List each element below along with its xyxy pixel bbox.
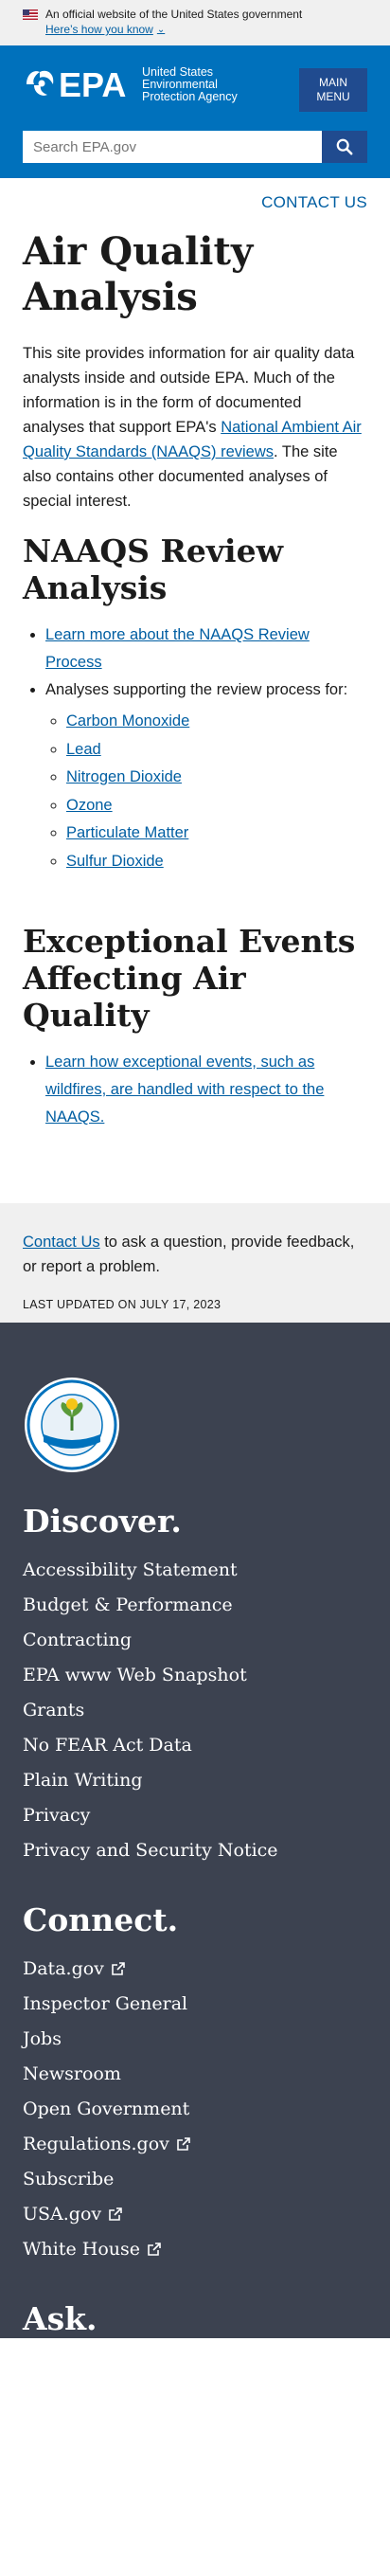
pollutant-link-lead[interactable]: Lead: [66, 741, 101, 758]
contact-us-link[interactable]: CONTACT US: [261, 193, 367, 211]
analyses-text: Analyses supporting the review process f…: [45, 681, 348, 698]
discover-list: Accessibility Statement Budget & Perform…: [23, 1552, 367, 1867]
external-link-icon: [177, 2136, 190, 2151]
heres-how-you-know-label[interactable]: Here’s how you know: [45, 23, 153, 36]
footer-link-frequent-questions[interactable]: Frequent Questions: [23, 2490, 367, 2525]
contact-box: Contact Us to ask a question, provide fe…: [0, 1203, 390, 1323]
chevron-down-icon: ⌄: [156, 24, 166, 35]
footer-link-label: Newsroom: [23, 2063, 121, 2084]
main-menu-button[interactable]: MAIN MENU: [299, 68, 367, 112]
footer-link-privacy[interactable]: Privacy: [23, 1797, 367, 1832]
footer-link-newsroom[interactable]: Newsroom: [23, 2056, 367, 2091]
ask-list: Contact EPA EPA Disclaimers Hotlines FOI…: [23, 2350, 367, 2525]
list-item: Learn more about the NAAQS Review Proces…: [45, 621, 367, 676]
epa-logo[interactable]: EPA United States Environmental Protecti…: [23, 64, 246, 104]
contact-box-text: Contact Us to ask a question, provide fe…: [23, 1230, 367, 1279]
external-link-icon: [109, 2207, 122, 2221]
naaqs-review-heading: NAAQS Review Analysis: [23, 532, 283, 606]
footer-link-label: Jobs: [23, 2027, 62, 2049]
footer-link-foia-requests[interactable]: FOIA Requests: [23, 2455, 367, 2490]
search-button[interactable]: [322, 131, 367, 163]
list-item: Analyses supporting the review process f…: [45, 676, 367, 875]
gov-banner-text: An official website of the United States…: [45, 8, 303, 21]
footer-link-accessibility-statement[interactable]: Accessibility Statement: [23, 1552, 367, 1587]
pollutant-link-ozone[interactable]: Ozone: [66, 797, 113, 814]
footer-link-usa-gov[interactable]: USA.gov: [23, 2196, 367, 2231]
footer-link-budget-performance[interactable]: Budget & Performance: [23, 1587, 367, 1622]
external-link-icon: [112, 1961, 125, 1975]
list-item: Nitrogen Dioxide: [66, 764, 367, 792]
pollutant-link-particulate-matter[interactable]: Particulate Matter: [66, 824, 188, 841]
pollutant-link-carbon-monoxide[interactable]: Carbon Monoxide: [66, 712, 189, 730]
epa-wordmark: EPA: [59, 65, 126, 104]
list-item: Learn how exceptional events, such as wi…: [45, 1049, 367, 1131]
page-title: Air Quality Analysis: [23, 229, 254, 319]
naaqs-review-list: Learn more about the NAAQS Review Proces…: [45, 621, 367, 875]
menu-label-line1: MAIN: [319, 76, 347, 89]
contact-us-top: CONTACT US: [23, 178, 367, 212]
epa-flower-logo-icon: EPA: [23, 64, 134, 104]
footer-link-open-government[interactable]: Open Government: [23, 2091, 367, 2126]
external-link-icon: [148, 2242, 161, 2256]
footer-link-no-fear-act[interactable]: No FEAR Act Data: [23, 1727, 367, 1762]
follow-heading: Follow.: [23, 2559, 367, 2576]
footer-link-label: Open Government: [23, 2098, 190, 2119]
us-flag-icon: [23, 9, 38, 20]
footer-link-data-gov[interactable]: Data.gov: [23, 1951, 367, 1986]
list-item: Ozone: [66, 792, 367, 820]
footer-link-web-snapshot[interactable]: EPA www Web Snapshot: [23, 1657, 367, 1692]
list-item: Lead: [66, 736, 367, 765]
menu-label-line2: MENU: [316, 90, 350, 103]
contact-us-bottom-link[interactable]: Contact Us: [23, 1234, 100, 1251]
site-footer: Discover. Accessibility Statement Budget…: [0, 1323, 390, 2576]
list-item: Particulate Matter: [66, 820, 367, 848]
search-bar: [23, 131, 367, 163]
list-item: Carbon Monoxide: [66, 708, 367, 736]
list-item: Sulfur Dioxide: [66, 848, 367, 876]
search-icon: [336, 138, 353, 155]
footer-link-contact-epa[interactable]: Contact EPA: [23, 2350, 367, 2385]
epa-seal-icon: [23, 1376, 121, 1474]
footer-link-inspector-general[interactable]: Inspector General: [23, 1986, 367, 2021]
site-header: EPA United States Environmental Protecti…: [0, 45, 390, 178]
connect-list: Data.gov Inspector General Jobs Newsroom…: [23, 1951, 367, 2266]
footer-link-jobs[interactable]: Jobs: [23, 2021, 367, 2056]
pollutant-link-nitrogen-dioxide[interactable]: Nitrogen Dioxide: [66, 768, 182, 785]
footer-link-label: USA.gov: [23, 2203, 102, 2225]
ask-heading: Ask.: [23, 2300, 98, 2337]
discover-heading: Discover.: [23, 1503, 182, 1540]
footer-link-plain-writing[interactable]: Plain Writing: [23, 1762, 367, 1797]
footer-link-hotlines[interactable]: Hotlines: [23, 2420, 367, 2455]
pollutant-link-sulfur-dioxide[interactable]: Sulfur Dioxide: [66, 853, 164, 870]
last-updated: LAST UPDATED ON JULY 17, 2023: [23, 1298, 222, 1311]
footer-link-white-house[interactable]: White House: [23, 2231, 367, 2266]
footer-link-label: Data.gov: [23, 1957, 104, 1979]
heres-how-you-know-link[interactable]: Here’s how you know ⌄: [45, 23, 367, 36]
footer-link-privacy-security-notice[interactable]: Privacy and Security Notice: [23, 1832, 367, 1867]
logo-agency-name: United States Environmental Protection A…: [142, 64, 238, 103]
footer-link-contracting[interactable]: Contracting: [23, 1622, 367, 1657]
footer-link-label: White House: [23, 2238, 141, 2260]
intro-paragraph: This site provides information for air q…: [23, 341, 367, 513]
footer-link-subscribe[interactable]: Subscribe: [23, 2161, 367, 2196]
footer-link-label: Regulations.gov: [23, 2133, 169, 2154]
gov-banner: An official website of the United States…: [0, 0, 390, 45]
exceptional-events-link[interactable]: Learn how exceptional events, such as wi…: [45, 1054, 324, 1126]
footer-link-regulations-gov[interactable]: Regulations.gov: [23, 2126, 367, 2161]
footer-link-epa-disclaimers[interactable]: EPA Disclaimers: [23, 2385, 367, 2420]
search-input[interactable]: [23, 131, 322, 163]
connect-heading: Connect.: [23, 1901, 179, 1938]
footer-link-grants[interactable]: Grants: [23, 1692, 367, 1727]
footer-link-label: Inspector General: [23, 1992, 188, 2014]
exceptional-events-list: Learn how exceptional events, such as wi…: [45, 1049, 367, 1131]
pollutant-list: Carbon Monoxide Lead Nitrogen Dioxide Oz…: [66, 708, 367, 875]
footer-link-label: Subscribe: [23, 2168, 115, 2189]
exceptional-events-heading: Exceptional Events Affecting Air Quality: [23, 923, 356, 1034]
main-content: CONTACT US Air Quality Analysis This sit…: [0, 178, 390, 1131]
naaqs-review-process-link[interactable]: Learn more about the NAAQS Review Proces…: [45, 626, 310, 671]
